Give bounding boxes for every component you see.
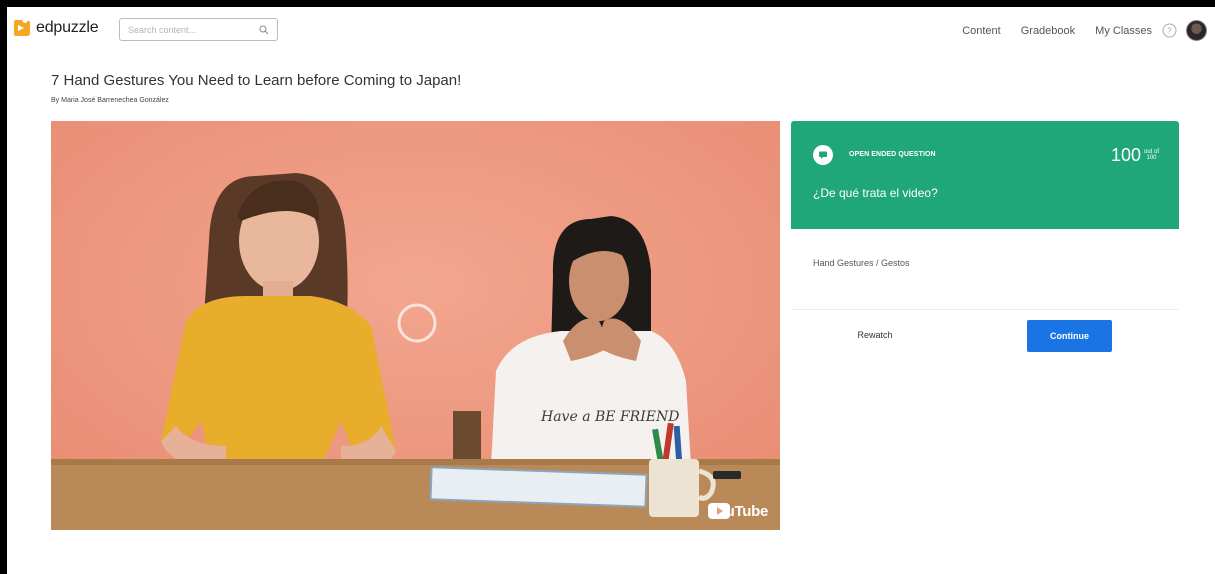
- score-max: 100: [1146, 155, 1157, 161]
- chat-bubble-icon: [813, 145, 833, 165]
- question-score: 100 out of 100: [1111, 145, 1159, 166]
- edpuzzle-logo[interactable]: edpuzzle: [12, 18, 99, 38]
- question-type-label: OPEN ENDED QUESTION: [849, 151, 936, 158]
- whiteboard: [429, 466, 648, 508]
- score-points: 100: [1110, 145, 1141, 165]
- shirt-print: Have a BE FRIEND: [540, 409, 679, 425]
- svg-text:?: ?: [1167, 27, 1172, 36]
- rewatch-button[interactable]: Rewatch: [835, 320, 915, 350]
- nav-gradebook-link[interactable]: Gradebook: [1021, 25, 1075, 37]
- app-window: edpuzzle Content Gradebook My Classes ? …: [7, 7, 1215, 574]
- question-text: ¿De qué trata el video?: [813, 186, 938, 200]
- search-box[interactable]: [119, 18, 278, 41]
- search-input[interactable]: [120, 19, 256, 40]
- edpuzzle-logo-icon: [14, 20, 30, 36]
- header-nav: Content Gradebook My Classes ?: [962, 20, 1207, 41]
- answer-text: Hand Gestures / Gestos: [813, 258, 910, 268]
- top-navigation-bar: edpuzzle Content Gradebook My Classes ?: [7, 7, 1215, 53]
- search-icon[interactable]: [259, 25, 269, 35]
- help-circle-icon[interactable]: ?: [1162, 23, 1177, 38]
- youtube-watermark[interactable]: YouTube: [708, 503, 768, 520]
- youtube-icon: [708, 503, 731, 519]
- phone: [713, 471, 741, 479]
- continue-button[interactable]: Continue: [1027, 320, 1112, 352]
- video-author: By Maria José Barrenechea González: [51, 97, 169, 104]
- user-avatar[interactable]: [1186, 20, 1207, 41]
- video-frame: Have a BE FRIEND: [51, 121, 780, 530]
- nav-my-classes-link[interactable]: My Classes: [1095, 25, 1152, 37]
- video-title: 7 Hand Gestures You Need to Learn before…: [51, 72, 462, 89]
- score-out-of: out of 100: [1144, 149, 1159, 161]
- question-card: OPEN ENDED QUESTION 100 out of 100 ¿De q…: [791, 121, 1179, 229]
- nav-content-link[interactable]: Content: [962, 25, 1001, 37]
- chair: [453, 411, 481, 461]
- answer-box: Hand Gestures / Gestos: [791, 229, 1179, 310]
- video-player[interactable]: Have a BE FRIEND YouTube: [51, 121, 780, 530]
- brand-name: edpuzzle: [36, 19, 99, 36]
